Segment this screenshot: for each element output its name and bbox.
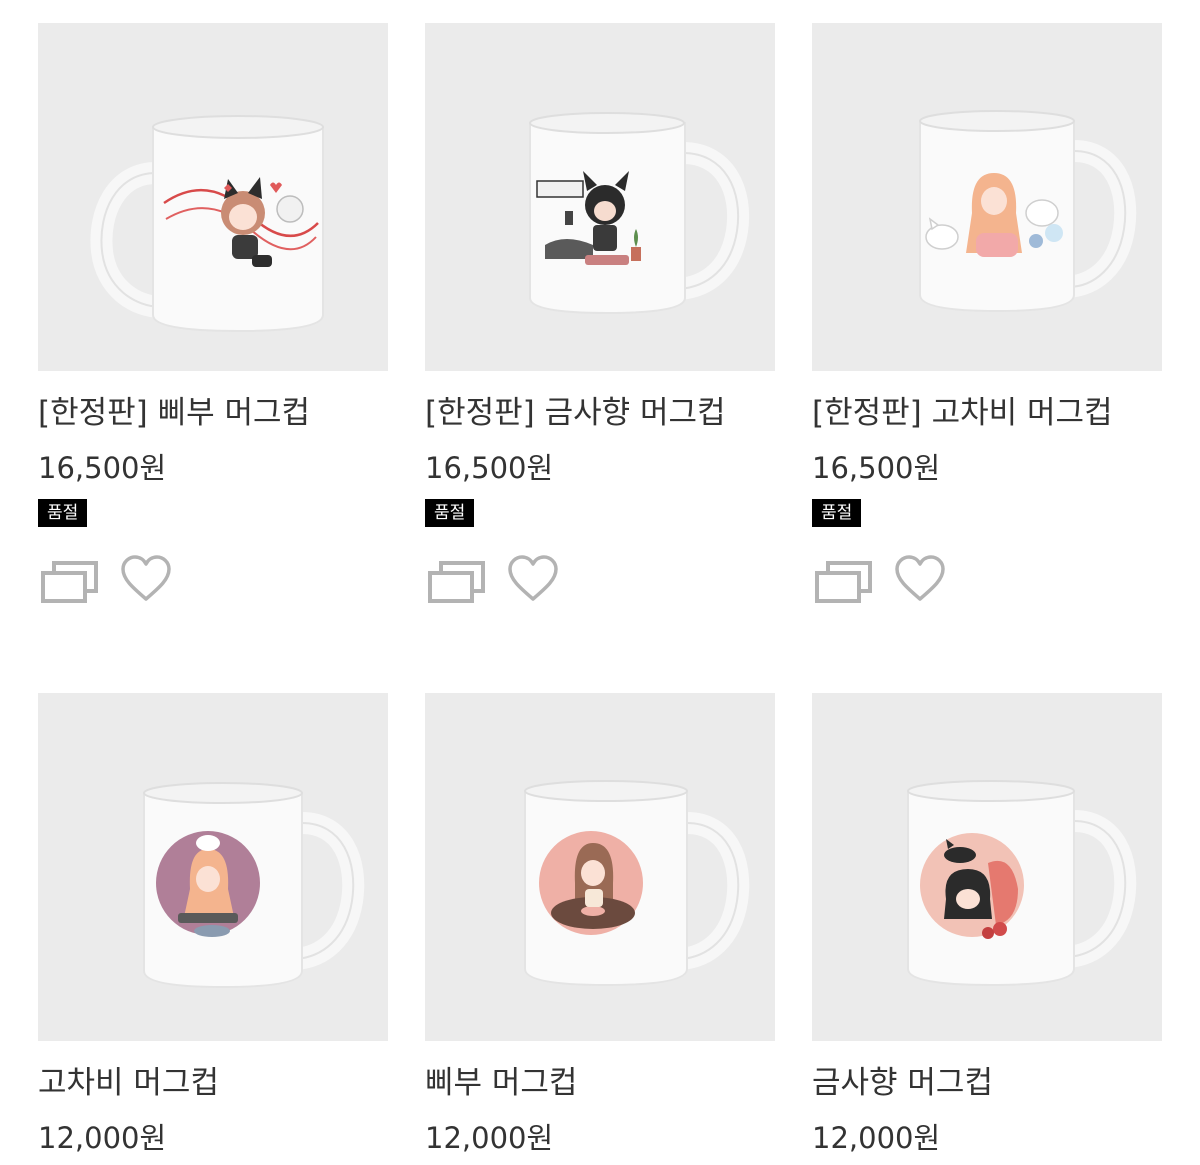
product-card: 금사향 머그컵 12,000원 xyxy=(812,693,1162,1156)
product-title[interactable]: 고차비 머그컵 xyxy=(38,1063,388,1103)
product-price: 16,500원 xyxy=(425,451,554,485)
product-title[interactable]: 금사향 머그컵 xyxy=(812,1063,1162,1103)
product-title[interactable]: [한정판] 금사향 머그컵 xyxy=(425,393,775,433)
product-actions xyxy=(425,555,775,605)
sold-out-badge: 품절 xyxy=(425,499,475,527)
sold-out-badge: 품절 xyxy=(812,499,862,527)
product-actions xyxy=(38,555,388,605)
product-image[interactable] xyxy=(38,23,388,371)
copy-icon[interactable] xyxy=(814,559,874,609)
product-card: [한정판] 삐부 머그컵 16,500원 품절 xyxy=(38,23,388,605)
product-card: [한정판] 고차비 머그컵 16,500원 품절 xyxy=(812,23,1162,605)
copy-icon[interactable] xyxy=(40,559,100,609)
product-price: 12,000원 xyxy=(812,1121,941,1155)
product-image[interactable] xyxy=(425,693,775,1041)
product-price: 12,000원 xyxy=(38,1121,167,1155)
product-card: [한정판] 금사향 머그컵 16,500원 품절 xyxy=(425,23,775,605)
heart-icon[interactable] xyxy=(120,555,172,607)
product-title[interactable]: [한정판] 삐부 머그컵 xyxy=(38,393,388,433)
product-price: 16,500원 xyxy=(38,451,167,485)
product-image[interactable] xyxy=(425,23,775,371)
product-image[interactable] xyxy=(812,23,1162,371)
sold-out-badge: 품절 xyxy=(38,499,88,527)
copy-icon[interactable] xyxy=(427,559,487,609)
heart-icon[interactable] xyxy=(894,555,946,607)
product-title[interactable]: [한정판] 고차비 머그컵 xyxy=(812,393,1162,433)
product-price: 16,500원 xyxy=(812,451,941,485)
product-title[interactable]: 삐부 머그컵 xyxy=(425,1063,775,1103)
product-card: 고차비 머그컵 12,000원 xyxy=(38,693,388,1156)
product-card: 삐부 머그컵 12,000원 xyxy=(425,693,775,1156)
product-image[interactable] xyxy=(812,693,1162,1041)
product-actions xyxy=(812,555,1162,605)
product-grid: [한정판] 삐부 머그컵 16,500원 품절 [한정판] 금사향 머그컵 16… xyxy=(0,0,1200,1165)
product-price: 12,000원 xyxy=(425,1121,554,1155)
product-image[interactable] xyxy=(38,693,388,1041)
heart-icon[interactable] xyxy=(507,555,559,607)
